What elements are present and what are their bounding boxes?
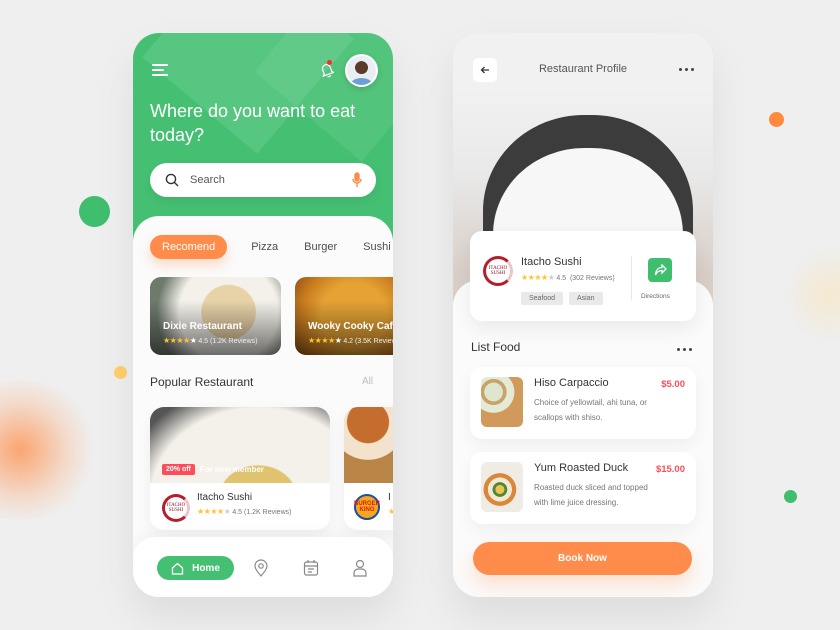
discount-badge: 20% off — [162, 464, 195, 475]
review-count: (3.5K Reviews) — [355, 338, 393, 345]
restaurant-logo: BURGER KING — [354, 494, 380, 520]
star-icon: ★★★★ — [521, 273, 548, 282]
restaurant-name: I — [388, 492, 391, 503]
category-tabs: Recomend Pizza Burger Sushi — [150, 235, 393, 259]
restaurant-rating: ★★★★★ 4.5 (1.2K Reviews) — [163, 336, 257, 345]
decorative-green-dot-small — [784, 490, 797, 503]
avatar-photo — [347, 56, 376, 85]
featured-restaurant-card[interactable]: Dixie Restaurant ★★★★★ 4.5 (1.2K Reviews… — [150, 277, 281, 355]
more-dots-icon[interactable] — [679, 68, 697, 71]
star-icon: ★★★★ — [163, 336, 190, 345]
food-price: $15.00 — [655, 464, 685, 475]
search-input[interactable] — [190, 163, 340, 197]
page-title: Where do you want to eat today? — [150, 101, 356, 145]
review-count: (1.2K Reviews) — [210, 338, 258, 345]
restaurant-name: Itacho Sushi — [197, 492, 253, 503]
tab-home[interactable]: Home — [157, 556, 234, 580]
star-empty-icon: ★ — [223, 507, 231, 516]
star-icon: ★ — [388, 507, 393, 516]
restaurant-name: Wooky Cooky Cafe — [308, 321, 393, 332]
featured-restaurant-card[interactable]: Wooky Cooky Cafe ★★★★★ 4.2 (3.5K Reviews… — [295, 277, 393, 355]
food-price: $5.00 — [661, 379, 685, 390]
restaurant-photo — [344, 407, 393, 483]
more-dots-icon[interactable] — [677, 348, 695, 351]
category-tab-recomend[interactable]: Recomend — [150, 235, 228, 259]
search-bar[interactable] — [150, 163, 376, 197]
decorative-yellow-dot — [114, 366, 127, 379]
food-name: Yum Roasted Duck — [534, 462, 629, 474]
background-yellow-glow — [790, 240, 840, 350]
home-icon — [171, 562, 184, 575]
restaurant-rating: ★★★★★ 4.2 (3.5K Reviews) — [308, 336, 393, 345]
restaurant-info-card: ITACHO SUSHI Itacho Sushi ★★★★★ 4.5 (302… — [470, 231, 696, 321]
review-count: (1.2K Reviews) — [244, 509, 292, 516]
rating-value: 4.5 — [198, 338, 209, 345]
decorative-green-dot — [79, 196, 110, 227]
share-arrow-icon — [654, 264, 667, 276]
restaurant-name: Itacho Sushi — [521, 256, 582, 268]
bottom-tab-bar: Home — [133, 537, 393, 597]
profile-icon[interactable] — [352, 559, 368, 577]
page-title: Restaurant Profile — [538, 63, 628, 75]
tab-home-label: Home — [192, 562, 220, 574]
food-item-card[interactable]: Yum Roasted Duck $15.00 Roasted duck sli… — [470, 452, 696, 524]
promo-banner: 20% off For new member — [162, 464, 264, 475]
promo-text: For new member — [199, 465, 264, 474]
tag-seafood[interactable]: Seafood — [521, 292, 564, 305]
section-title-list-food: List Food — [471, 340, 521, 354]
restaurant-rating: ★ — [388, 507, 393, 516]
restaurant-profile-screen: Restaurant Profile ITACHO SUSHI Itacho S… — [453, 33, 713, 597]
decorative-orange-dot — [769, 112, 784, 127]
food-photo — [481, 377, 523, 427]
restaurant-rating: ★★★★★ 4.5 (302 Reviews) — [521, 273, 615, 282]
home-screen: Where do you want to eat today? Recomend… — [133, 33, 393, 597]
food-photo — [481, 462, 523, 512]
food-description: Choice of yellowtail, ahi tuna, or scall… — [534, 398, 647, 422]
book-now-button[interactable]: Book Now — [473, 542, 692, 575]
popular-restaurant-card[interactable]: BURGER KING I ★ — [344, 407, 393, 530]
category-tab-pizza[interactable]: Pizza — [251, 241, 278, 253]
microphone-icon[interactable] — [352, 172, 362, 188]
tag-asian[interactable]: Asian — [569, 292, 603, 305]
category-tab-burger[interactable]: Burger — [304, 241, 337, 253]
rating-value: 4.5 — [556, 275, 567, 282]
rating-value: 4.5 — [232, 509, 243, 516]
notification-dot — [327, 60, 332, 65]
category-tab-sushi[interactable]: Sushi — [363, 241, 391, 253]
star-empty-icon: ★ — [189, 336, 197, 345]
background-orange-glow — [0, 380, 100, 520]
restaurant-name: Dixie Restaurant — [163, 321, 242, 332]
calendar-icon[interactable] — [303, 559, 319, 577]
see-all-link[interactable]: All — [362, 376, 373, 387]
food-name: Hiso Carpaccio — [534, 377, 609, 389]
directions-label[interactable]: Directions — [641, 293, 670, 300]
popular-restaurant-card[interactable]: 20% off For new member ITACHO SUSHI Itac… — [150, 407, 330, 530]
section-title-popular: Popular Restaurant — [150, 375, 254, 389]
review-count: (302 Reviews) — [569, 275, 615, 282]
divider — [631, 256, 632, 300]
hamburger-menu-icon[interactable] — [152, 64, 168, 78]
food-description: Roasted duck sliced and topped with lime… — [534, 483, 648, 507]
directions-button[interactable] — [648, 258, 672, 282]
star-icon: ★★★★ — [197, 507, 224, 516]
user-avatar[interactable] — [345, 54, 378, 87]
star-empty-icon: ★ — [334, 336, 342, 345]
food-item-card[interactable]: Hiso Carpaccio $5.00 Choice of yellowtai… — [470, 367, 696, 439]
search-icon — [165, 173, 179, 187]
restaurant-logo: ITACHO SUSHI — [162, 494, 190, 522]
rating-value: 4.2 — [343, 338, 354, 345]
location-pin-icon[interactable] — [253, 559, 269, 577]
star-empty-icon: ★ — [547, 273, 555, 282]
restaurant-logo: ITACHO SUSHI — [483, 256, 513, 286]
restaurant-rating: ★★★★★ 4.5 (1.2K Reviews) — [197, 507, 291, 516]
star-icon: ★★★★ — [308, 336, 335, 345]
